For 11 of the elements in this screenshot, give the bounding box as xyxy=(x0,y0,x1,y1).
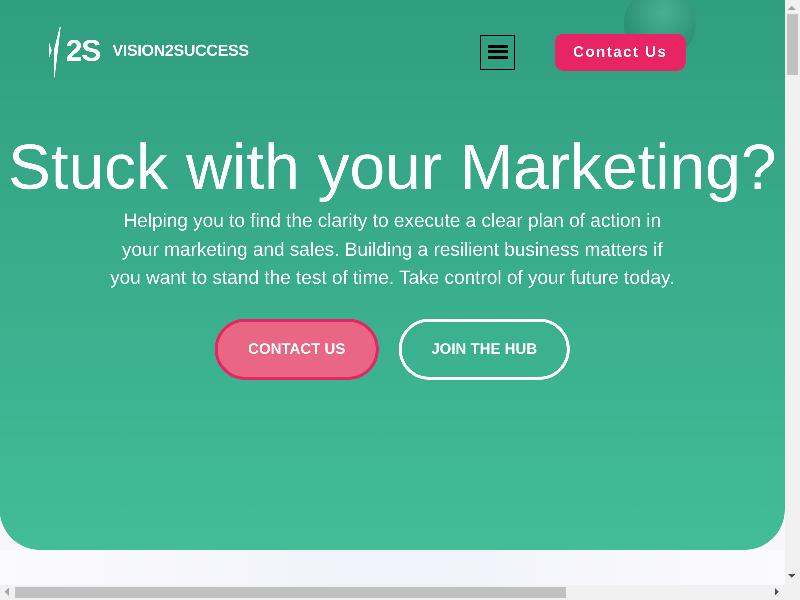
scrollbar-thumb[interactable] xyxy=(787,14,798,75)
logo-slash-icon xyxy=(48,27,62,77)
menu-button[interactable] xyxy=(480,34,515,70)
hero-description: Helping you to find the clarity to execute a clear plan of action in your marketing and sales. Building a resilient business matters if you want to stand the test of time. Take control of your future today. xyxy=(109,210,676,291)
contact-button[interactable]: Contact Us xyxy=(555,34,686,70)
cta-button[interactable]: CONTACT US xyxy=(215,318,379,380)
cta-button[interactable]: JOIN THE HUB xyxy=(399,318,570,380)
menu-icon xyxy=(488,45,508,59)
hero-title: Stuck with your Marketing? xyxy=(8,130,777,205)
logo[interactable]: 2S VISION2SUCCESS xyxy=(48,27,249,77)
scrollbar-thumb[interactable] xyxy=(15,587,566,598)
